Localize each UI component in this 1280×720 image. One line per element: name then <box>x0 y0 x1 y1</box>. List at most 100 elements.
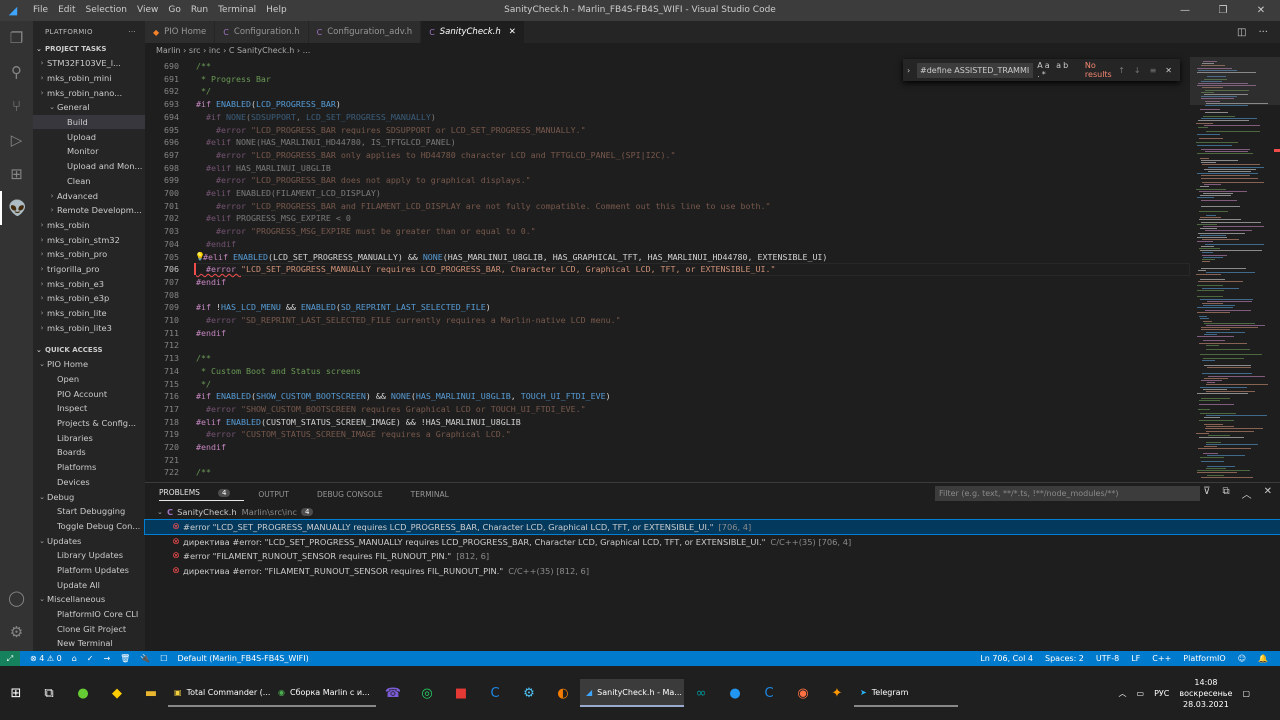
panel-tab-problems[interactable]: PROBLEMS 4 <box>159 488 245 501</box>
tree-item[interactable]: › mks_robin_nano... <box>33 85 145 100</box>
problems-filter-input[interactable]: Filter (e.g. text, **/*.ts, !**/node_mod… <box>935 486 1200 501</box>
tab-configuration-adv-h[interactable]: C Configuration_adv.h <box>308 21 422 43</box>
search-icon[interactable]: ⚲ <box>0 55 33 89</box>
find-in-selection-icon[interactable]: ≡ <box>1150 66 1157 75</box>
tree-item[interactable]: Toggle Debug Con... <box>33 519 145 534</box>
account-icon[interactable]: ◯ <box>0 581 33 615</box>
tree-item[interactable]: › mks_robin_lite <box>33 306 145 321</box>
viber-icon[interactable]: ☎ <box>376 679 410 707</box>
tree-item[interactable]: › Advanced <box>33 188 145 203</box>
status-item[interactable]: LF <box>1131 654 1140 663</box>
panel-tab-terminal[interactable]: TERMINAL <box>411 490 463 499</box>
tree-item[interactable]: Library Updates <box>33 548 145 563</box>
tree-item[interactable]: Clean <box>33 174 145 189</box>
menu-item-selection[interactable]: Selection <box>81 0 132 21</box>
tab-configuration-h[interactable]: C Configuration.h <box>215 21 309 43</box>
menu-item-run[interactable]: Run <box>186 0 213 21</box>
find-options[interactable]: Aa ab .* <box>1037 61 1077 79</box>
status-item[interactable]: ⌂ <box>72 654 77 663</box>
tree-item[interactable]: ⌄ General <box>33 100 145 115</box>
tree-item[interactable]: › trigorilla_pro <box>33 262 145 277</box>
batman-app-icon[interactable]: ◆ <box>100 679 134 707</box>
tree-item[interactable]: Update All <box>33 577 145 592</box>
status-item[interactable]: Spaces: 2 <box>1045 654 1084 663</box>
windows-start-icon[interactable]: ⊞ <box>0 679 32 707</box>
tree-item[interactable]: › mks_robin_e3 <box>33 276 145 291</box>
collapse-all-icon[interactable]: ⧉ <box>1222 486 1229 501</box>
app-icon[interactable]: ● <box>66 679 100 707</box>
tree-item[interactable]: ⌄ PIO Home <box>33 357 145 372</box>
toggle-replace-icon[interactable]: › <box>907 66 910 75</box>
status-item[interactable]: → <box>103 654 110 663</box>
status-item[interactable]: 🗑 <box>120 654 130 663</box>
find-input[interactable]: #define ASSISTED_TRAMMI <box>917 62 1034 78</box>
panel-tab-output[interactable]: OUTPUT <box>258 490 303 499</box>
maximize-icon[interactable]: ❐ <box>1204 0 1242 21</box>
tree-item[interactable]: ⌄ Updates <box>33 533 145 548</box>
app-icon[interactable]: C <box>478 679 512 707</box>
status-item[interactable]: ☐ <box>160 654 167 663</box>
tree-item[interactable]: Libraries <box>33 430 145 445</box>
taskbar-window[interactable]: ▣ Total Commander (... <box>168 679 272 707</box>
tree-item[interactable]: › mks_robin_pro <box>33 247 145 262</box>
app-icon[interactable]: ■ <box>444 679 478 707</box>
tree-item[interactable]: Build <box>33 114 145 130</box>
problem-row[interactable]: ⊗ директива #error: "FILAMENT_RUNOUT_SENS… <box>145 564 1280 579</box>
tree-item[interactable]: › Remote Developm... <box>33 203 145 218</box>
status-item[interactable]: Ln 706, Col 4 <box>980 654 1033 663</box>
extensions-icon[interactable]: ⊞ <box>0 157 33 191</box>
taskbar-window-active[interactable]: ◢ SanityCheck.h - Ma... <box>580 679 684 707</box>
filter-icon[interactable]: ⊽ <box>1203 486 1210 501</box>
status-item[interactable]: C++ <box>1152 654 1171 663</box>
tree-item[interactable]: Devices <box>33 475 145 490</box>
folder-icon[interactable]: ▬ <box>134 679 168 707</box>
minimize-icon[interactable]: — <box>1166 0 1204 21</box>
status-item[interactable]: 🔔 <box>1258 654 1268 663</box>
app-icon[interactable]: C <box>752 679 786 707</box>
tree-item[interactable]: New Terminal <box>33 636 145 651</box>
code-editor[interactable]: 690/** 691 * Progress Bar 692 */693 #if ENA… <box>145 57 1190 482</box>
tree-item[interactable]: Platforms <box>33 460 145 475</box>
taskbar-window[interactable]: ➤ Telegram <box>854 679 958 707</box>
more-actions-icon[interactable]: ··· <box>128 28 136 36</box>
tree-item[interactable]: Upload and Mon... <box>33 159 145 174</box>
run-debug-icon[interactable]: ▷ <box>0 123 33 157</box>
menu-item-go[interactable]: Go <box>163 0 185 21</box>
problem-row[interactable]: ⊗ #error "LCD_SET_PROGRESS_MANUALLY requi… <box>144 518 1280 536</box>
platformio-icon[interactable]: 👽 <box>0 191 33 225</box>
tree-item[interactable]: › mks_robin_mini <box>33 71 145 86</box>
tree-item[interactable]: Start Debugging <box>33 504 145 519</box>
tree-item[interactable]: Open <box>33 372 145 387</box>
manage-gear-icon[interactable]: ⚙ <box>0 615 33 649</box>
explorer-icon[interactable]: ❐ <box>0 21 33 55</box>
notifications-icon[interactable]: ▢ <box>1242 689 1250 698</box>
menu-item-terminal[interactable]: Terminal <box>213 0 261 21</box>
app-icon[interactable]: ✦ <box>820 679 854 707</box>
tree-item[interactable]: Clone Git Project <box>33 621 145 636</box>
tree-item[interactable]: › mks_robin <box>33 218 145 233</box>
status-item[interactable]: ✓ <box>87 654 94 663</box>
task-view-icon[interactable]: ⧉ <box>32 679 66 707</box>
status-item[interactable]: ☺ <box>1238 654 1246 663</box>
blender-icon[interactable]: ◐ <box>546 679 580 707</box>
arduino-icon[interactable]: ∞ <box>684 679 718 707</box>
tree-item[interactable]: › mks_robin_stm32 <box>33 232 145 247</box>
problem-row[interactable]: ⊗ #error "FILAMENT_RUNOUT_SENSOR requires… <box>145 549 1280 564</box>
tree-item[interactable]: Upload <box>33 129 145 144</box>
problems-file-group[interactable]: ⌄ C SanityCheck.h Marlin\src\inc 4 <box>145 505 1280 520</box>
app-icon[interactable]: ◉ <box>786 679 820 707</box>
tree-item[interactable]: › mks_robin_lite3 <box>33 320 145 335</box>
project-tasks-section[interactable]: ⌄ PROJECT TASKS <box>33 42 145 56</box>
clock[interactable]: 14:08 воскресенье 28.03.2021 <box>1179 677 1232 710</box>
tree-item[interactable]: › mks_robin_e3p <box>33 291 145 306</box>
language-indicator[interactable]: РУС <box>1154 689 1169 698</box>
menu-item-view[interactable]: View <box>132 0 163 21</box>
tree-item[interactable]: › STM32F103VE_l... <box>33 56 145 71</box>
whatsapp-icon[interactable]: ◎ <box>410 679 444 707</box>
menu-item-help[interactable]: Help <box>261 0 292 21</box>
chevron-up-icon[interactable]: ︿ <box>1119 688 1127 699</box>
tree-item[interactable]: PIO Account <box>33 386 145 401</box>
network-icon[interactable]: ▭ <box>1137 689 1145 698</box>
status-item[interactable]: Default (Marlin_FB4S-FB4S_WIFI) <box>177 654 308 663</box>
taskbar-window[interactable]: ◉ Сборка Marlin с и... <box>272 679 376 707</box>
